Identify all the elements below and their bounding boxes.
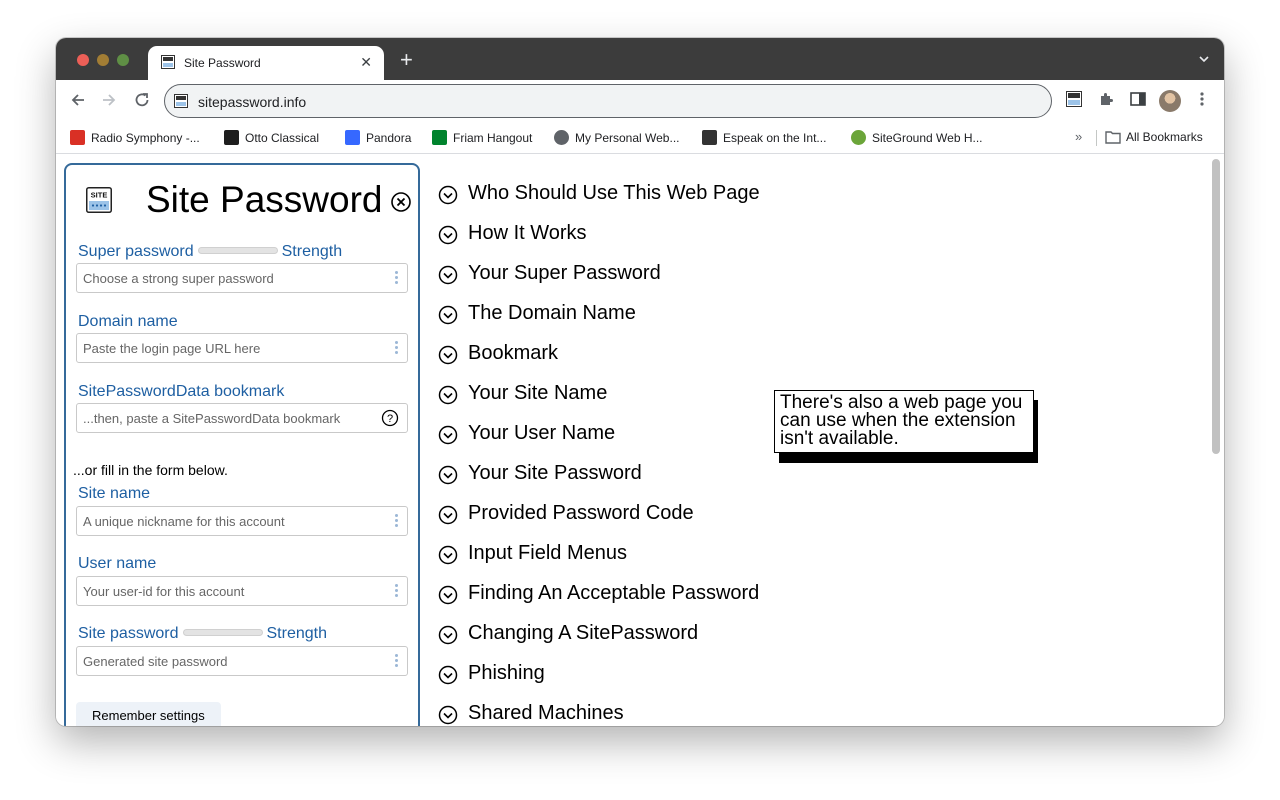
globe-icon xyxy=(554,130,569,145)
site-password-strength-bar xyxy=(182,629,263,636)
domain-name-label: Domain name xyxy=(78,313,178,330)
new-tab-button[interactable]: + xyxy=(400,49,413,71)
forward-arrow-icon[interactable] xyxy=(100,91,118,114)
field-menu-icon[interactable] xyxy=(395,341,399,356)
or-fill-form-text: ...or fill in the form below. xyxy=(73,462,228,478)
bookmark-my-personal-web[interactable]: My Personal Web... xyxy=(554,130,679,146)
field-menu-icon[interactable] xyxy=(395,271,399,286)
zoom-window-button[interactable] xyxy=(117,54,129,66)
tab-search-chevron-icon[interactable] xyxy=(1198,52,1210,70)
svg-text:?: ? xyxy=(387,413,393,425)
page-content: SITE Site Password Super password Strengt… xyxy=(56,155,1224,726)
expand-circle-icon xyxy=(438,305,458,325)
all-bookmarks-button[interactable]: All Bookmarks xyxy=(1105,130,1203,146)
side-panel-icon[interactable] xyxy=(1130,91,1146,112)
remember-settings-button[interactable]: Remember settings xyxy=(76,702,221,726)
super-password-strength-bar xyxy=(197,247,278,254)
tab-title: Site Password xyxy=(184,56,261,70)
otto-classical-icon xyxy=(224,130,239,145)
panel-title: Site Password xyxy=(146,179,383,220)
site-name-label: Site name xyxy=(78,485,151,502)
browser-window: Site Password ✕ + sitepassword.info Radi… xyxy=(56,38,1224,726)
field-menu-icon[interactable] xyxy=(395,584,399,599)
site-password-extension-icon[interactable] xyxy=(1066,91,1082,112)
reload-icon[interactable] xyxy=(133,91,151,114)
toolbar: sitepassword.info xyxy=(56,80,1224,122)
bookmark-otto-classical[interactable]: Otto Classical xyxy=(224,130,319,146)
extensions-puzzle-icon[interactable] xyxy=(1098,91,1114,112)
page-scrollbar[interactable] xyxy=(1212,159,1220,454)
expand-circle-icon xyxy=(438,665,458,685)
more-bookmarks-chevron-icon[interactable]: » xyxy=(1075,129,1082,144)
help-circle-icon[interactable]: ? xyxy=(381,409,399,432)
expand-circle-icon xyxy=(438,625,458,645)
tab-site-password[interactable]: Site Password ✕ xyxy=(148,46,384,80)
site-password-label: Site password Strength xyxy=(78,625,327,642)
site-password-logo: SITE xyxy=(86,187,112,218)
expand-circle-icon xyxy=(438,545,458,565)
site-favicon-icon xyxy=(161,55,175,74)
archive-icon xyxy=(702,130,717,145)
svg-text:SITE: SITE xyxy=(91,191,108,200)
close-circle-icon[interactable] xyxy=(391,192,411,217)
pandora-icon xyxy=(345,130,360,145)
bookmark-friam-hangout[interactable]: Friam Hangout xyxy=(432,130,532,146)
expand-circle-icon xyxy=(438,265,458,285)
expand-circle-icon xyxy=(438,705,458,725)
close-window-button[interactable] xyxy=(77,54,89,66)
bookmark-label: SitePasswordData bookmark xyxy=(78,383,285,400)
site-name-field[interactable]: A unique nickname for this account xyxy=(76,506,408,536)
bookmark-espeak[interactable]: Espeak on the Int... xyxy=(702,130,826,146)
radio-symphony-icon xyxy=(70,130,85,145)
site-password-panel: SITE Site Password Super password Strengt… xyxy=(64,163,420,726)
bookmarks-bar: Radio Symphony -... Otto Classical Pando… xyxy=(56,122,1224,154)
minimize-window-button[interactable] xyxy=(97,54,109,66)
bookmark-radio-symphony[interactable]: Radio Symphony -... xyxy=(70,130,200,146)
url-text: sitepassword.info xyxy=(198,94,307,110)
tooltip: There's also a web page you can use when… xyxy=(774,390,1034,453)
expand-circle-icon xyxy=(438,225,458,245)
expand-circle-icon xyxy=(438,505,458,525)
tab-close-icon[interactable]: ✕ xyxy=(360,55,372,69)
browser-menu-icon[interactable] xyxy=(1196,91,1208,112)
profile-avatar[interactable] xyxy=(1159,90,1181,112)
folder-icon xyxy=(1105,130,1121,145)
expand-circle-icon xyxy=(438,465,458,485)
back-arrow-icon[interactable] xyxy=(69,91,87,114)
site-info-icon[interactable] xyxy=(174,94,188,113)
user-name-label: User name xyxy=(78,555,157,572)
expand-circle-icon xyxy=(438,185,458,205)
user-name-field[interactable]: Your user-id for this account xyxy=(76,576,408,606)
expand-circle-icon xyxy=(438,585,458,605)
expand-circle-icon xyxy=(438,345,458,365)
super-password-field[interactable]: Choose a strong super password xyxy=(76,263,408,293)
field-menu-icon[interactable] xyxy=(395,654,399,669)
siteground-icon xyxy=(851,130,866,145)
site-password-field[interactable]: Generated site password xyxy=(76,646,408,676)
field-menu-icon[interactable] xyxy=(395,514,399,529)
bookmarks-divider xyxy=(1096,130,1097,146)
expand-circle-icon xyxy=(438,385,458,405)
expand-circle-icon xyxy=(438,425,458,445)
address-bar[interactable]: sitepassword.info xyxy=(164,84,1052,118)
domain-name-field[interactable]: Paste the login page URL here xyxy=(76,333,408,363)
bookmark-siteground[interactable]: SiteGround Web H... xyxy=(851,130,983,146)
bookmark-field[interactable]: ...then, paste a SitePasswordData bookma… xyxy=(76,403,408,433)
bookmark-pandora[interactable]: Pandora xyxy=(345,130,411,146)
super-password-label: Super password Strength xyxy=(78,243,343,260)
tab-strip: Site Password ✕ + xyxy=(56,38,1224,80)
google-meet-icon xyxy=(432,130,447,145)
